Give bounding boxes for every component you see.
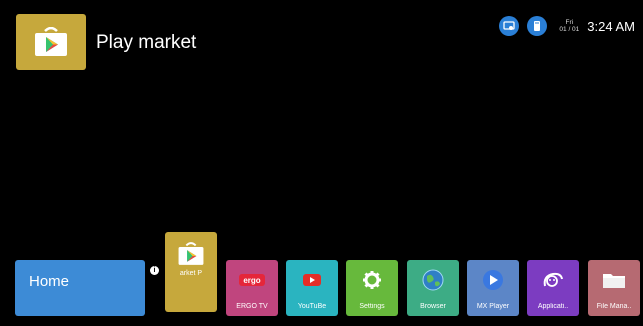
app-label: ERGO TV bbox=[236, 303, 268, 310]
app-label: File Mana.. bbox=[596, 303, 632, 310]
app-tile-browser[interactable]: Browser bbox=[407, 260, 459, 316]
app-tile-file-manager[interactable]: File Mana.. bbox=[588, 260, 640, 316]
app-tile-settings[interactable]: Settings bbox=[346, 260, 398, 316]
home-tile[interactable]: Home bbox=[15, 260, 145, 316]
app-label: Settings bbox=[359, 303, 385, 310]
usb-icon bbox=[527, 16, 548, 36]
info-badge: i bbox=[150, 266, 159, 275]
date-block: Fri 01 / 01 bbox=[559, 19, 579, 33]
play-store-icon bbox=[35, 27, 67, 56]
page-title: Play market bbox=[96, 32, 197, 53]
date-label: 01 / 01 bbox=[559, 26, 580, 33]
network-icon bbox=[499, 16, 520, 36]
clock: 3:24 AM bbox=[587, 18, 635, 34]
app-label: Applicati.. bbox=[537, 303, 569, 310]
folder-icon bbox=[600, 268, 628, 292]
svg-text:ergo: ergo bbox=[243, 276, 260, 285]
home-label: Home bbox=[29, 273, 70, 290]
app-tile-youtube[interactable]: YouTuBe bbox=[286, 260, 338, 316]
app-tile-ergo-tv[interactable]: ergo ERGO TV bbox=[226, 260, 278, 316]
focused-app-tile[interactable]: arket P bbox=[165, 232, 217, 312]
play-store-icon bbox=[177, 242, 205, 266]
app-dock: Home i arket P ergo ERGO TV YouTuBe Sett… bbox=[0, 232, 643, 322]
youtube-icon bbox=[298, 268, 326, 292]
app-tile-mx-player[interactable]: MX Player bbox=[467, 260, 519, 316]
ergo-icon: ergo bbox=[238, 268, 266, 292]
apps-icon bbox=[539, 268, 567, 292]
globe-icon bbox=[419, 268, 447, 292]
header-app-icon bbox=[16, 14, 86, 70]
app-tile-applications[interactable]: Applicati.. bbox=[527, 260, 579, 316]
app-label: MX Player bbox=[476, 303, 510, 310]
status-bar: Fri 01 / 01 3:24 AM bbox=[499, 14, 635, 38]
gear-icon bbox=[358, 268, 386, 292]
app-label: Browser bbox=[420, 303, 446, 310]
day-label: Fri bbox=[565, 19, 574, 26]
play-icon bbox=[479, 268, 507, 292]
focused-app-label: arket P bbox=[179, 270, 203, 277]
app-label: YouTuBe bbox=[297, 303, 327, 310]
